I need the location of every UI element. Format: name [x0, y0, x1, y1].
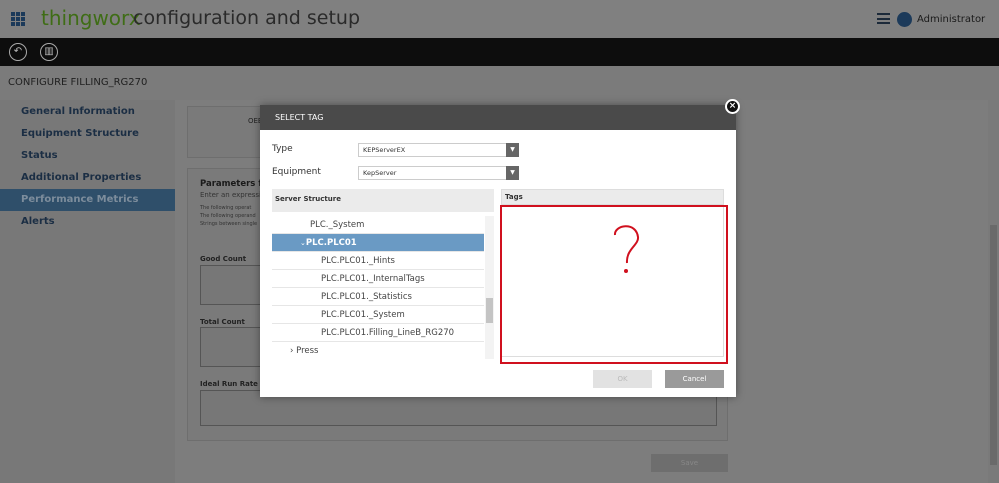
app-title: configuration and setup: [133, 7, 360, 29]
tree-item-label: PLC.PLC01: [305, 238, 357, 248]
back-icon[interactable]: ↶: [9, 43, 27, 61]
good-count-label: Good Count: [200, 255, 247, 263]
server-structure-tree: PLC._System ⌄PLC.PLC01 PLC.PLC01._Hints …: [272, 216, 494, 359]
page-scrollbar-thumb[interactable]: [990, 225, 997, 465]
breadcrumb: CONFIGURE FILLING_RG270: [8, 77, 148, 88]
tree-item[interactable]: PLC.PLC01._Statistics: [272, 288, 484, 306]
app-grid-icon[interactable]: [11, 12, 25, 26]
equipment-select[interactable]: KepServer ▼: [358, 166, 519, 180]
tags-header: Tags: [501, 189, 724, 205]
tree-item-selected[interactable]: ⌄PLC.PLC01: [272, 234, 484, 252]
tree-item[interactable]: PLC.PLC01._Hints: [272, 252, 484, 270]
ok-button[interactable]: OK: [593, 370, 652, 388]
tree-scrollbar[interactable]: [485, 216, 494, 359]
app-header: thingworx configuration and setup Admini…: [0, 0, 999, 38]
type-label: Type: [272, 144, 293, 154]
hamburger-menu-icon[interactable]: [877, 13, 890, 24]
tree-item[interactable]: › Press: [272, 342, 484, 359]
tree-item[interactable]: PLC.PLC01.Filling_LineB_RG270: [272, 324, 484, 342]
question-mark-annotation: [614, 225, 639, 273]
tree-item[interactable]: PLC._System: [272, 216, 484, 234]
user-avatar-icon[interactable]: [897, 12, 912, 27]
help-line: The following operand: [200, 213, 256, 219]
cancel-button[interactable]: Cancel: [665, 370, 724, 388]
total-count-label: Total Count: [200, 318, 245, 326]
tree-item[interactable]: PLC.PLC01._System: [272, 306, 484, 324]
sidebar-item-status[interactable]: Status: [0, 145, 175, 167]
toolbar: [0, 38, 999, 66]
help-line: Strings between single: [200, 221, 258, 227]
sidebar: General Information Equipment Structure …: [0, 100, 175, 483]
save-button[interactable]: Save: [651, 454, 728, 472]
tree-item-label: Press: [296, 346, 319, 356]
sidebar-item-performance-metrics[interactable]: Performance Metrics: [0, 189, 175, 211]
help-line: The following operat: [200, 205, 252, 211]
chevron-down-icon[interactable]: ▼: [506, 143, 519, 157]
dialog-title: SELECT TAG: [260, 105, 736, 130]
chevron-down-icon[interactable]: ▼: [506, 166, 519, 180]
select-tag-dialog: SELECT TAG Type KEPServerEX ▼ Equipment K…: [260, 105, 736, 397]
sidebar-item-additional-properties[interactable]: Additional Properties: [0, 167, 175, 189]
brand-logo: thingworx: [41, 6, 141, 30]
tree-scrollbar-thumb[interactable]: [486, 298, 493, 323]
server-structure-header: Server Structure: [272, 189, 494, 212]
type-value: KEPServerEX: [363, 146, 406, 154]
delete-icon[interactable]: ▥: [40, 43, 58, 61]
sidebar-item-general-information[interactable]: General Information: [0, 101, 175, 123]
ideal-run-rate-label: Ideal Run Rate: [200, 380, 258, 388]
sidebar-item-equipment-structure[interactable]: Equipment Structure: [0, 123, 175, 145]
sidebar-item-alerts[interactable]: Alerts: [0, 211, 175, 233]
annotation-highlight: [500, 205, 728, 364]
equipment-label: Equipment: [272, 167, 321, 177]
user-name[interactable]: Administrator: [917, 14, 985, 25]
type-select[interactable]: KEPServerEX ▼: [358, 143, 519, 157]
close-icon[interactable]: ×: [725, 99, 740, 114]
tree-item[interactable]: PLC.PLC01._InternalTags: [272, 270, 484, 288]
equipment-value: KepServer: [363, 169, 397, 177]
